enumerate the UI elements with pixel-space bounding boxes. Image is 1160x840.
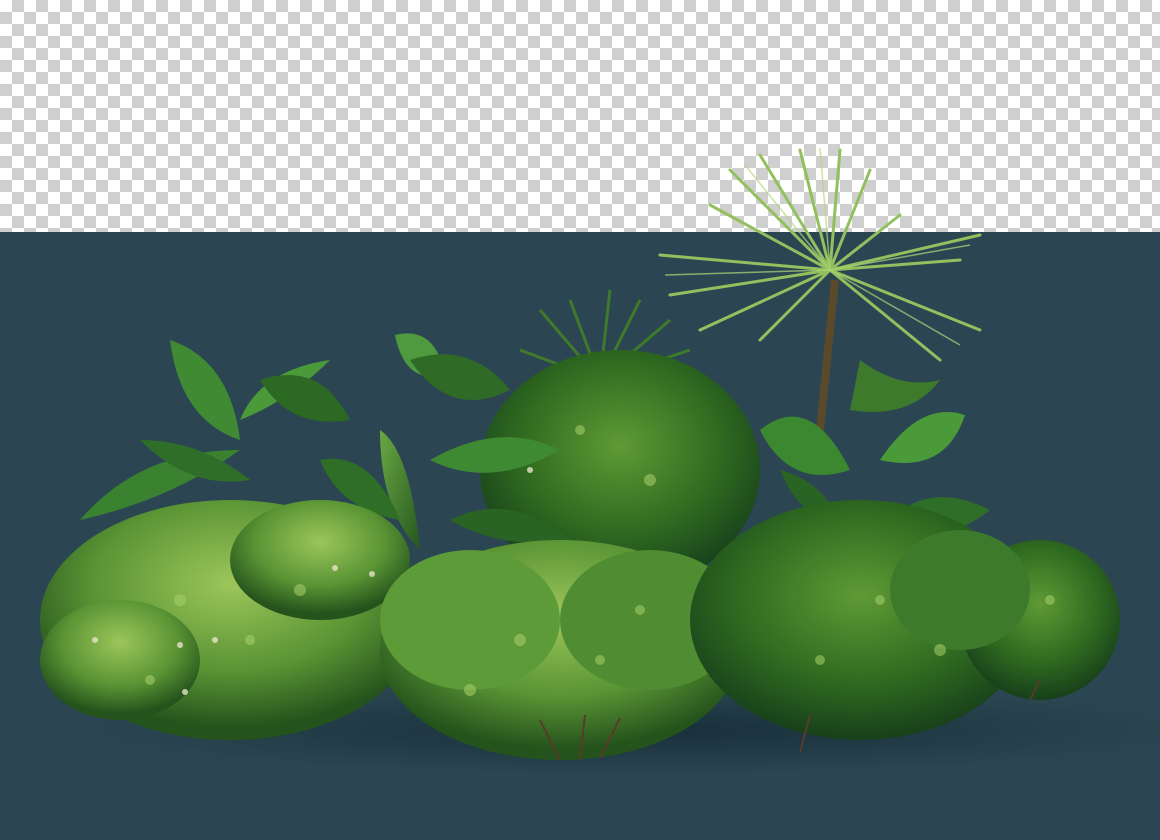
broadleaf-plant-left: [80, 333, 510, 520]
image-canvas: [0, 0, 1160, 840]
plant-cluster-illustration: [40, 147, 1160, 775]
